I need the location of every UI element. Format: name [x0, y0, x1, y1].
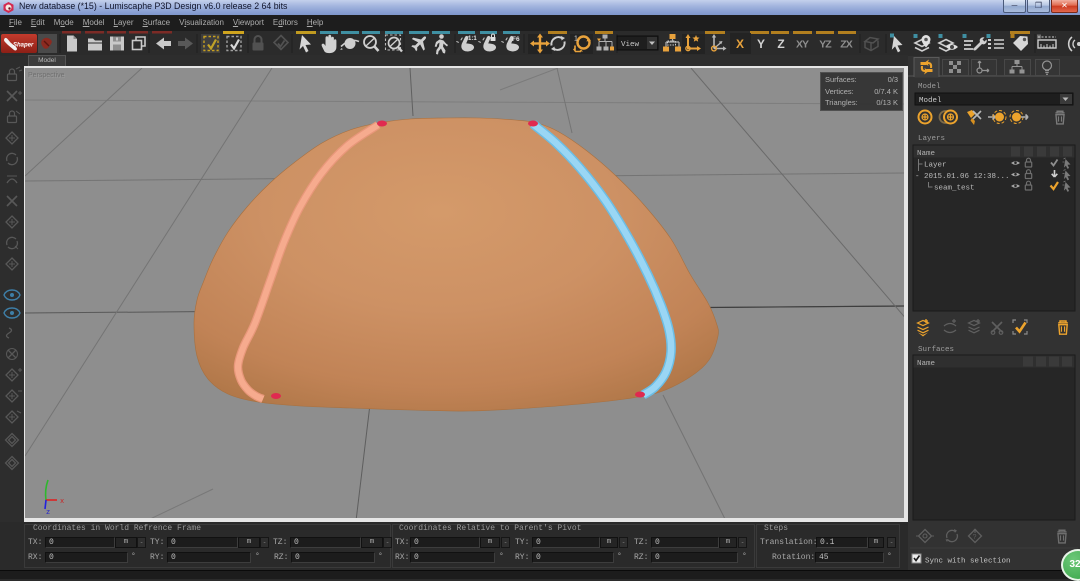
- svg-text:Layers: Layers: [918, 135, 945, 143]
- svg-text:1:1: 1:1: [468, 36, 477, 42]
- svg-text:x: x: [60, 498, 64, 506]
- svg-text:X: X: [736, 37, 744, 51]
- svg-text:Model: Model: [918, 83, 941, 91]
- svg-text:Name: Name: [917, 360, 935, 368]
- svg-text:F6: F6: [512, 36, 520, 43]
- svg-text:1: 1: [574, 36, 578, 43]
- svg-text:YZ: YZ: [819, 39, 832, 51]
- svg-text:XY: XY: [796, 39, 809, 51]
- svg-text:- 2015.01.06 12:38...: - 2015.01.06 12:38...: [915, 173, 1010, 181]
- svg-text:seam_test: seam_test: [934, 185, 975, 193]
- svg-text:ZX: ZX: [840, 39, 852, 51]
- svg-text:Shaper: Shaper: [13, 43, 34, 49]
- svg-text:z: z: [46, 509, 50, 517]
- svg-text:Layer: Layer: [924, 162, 947, 170]
- svg-text:Name: Name: [917, 150, 935, 158]
- svg-text:Z: Z: [777, 37, 784, 51]
- svg-text:?: ?: [973, 534, 977, 542]
- svg-text:Model: Model: [919, 97, 942, 105]
- svg-text:Y: Y: [757, 37, 765, 51]
- svg-text:View: View: [621, 41, 640, 49]
- svg-text:Sync with selection: Sync with selection: [925, 558, 1011, 566]
- svg-text:Surfaces: Surfaces: [918, 346, 954, 354]
